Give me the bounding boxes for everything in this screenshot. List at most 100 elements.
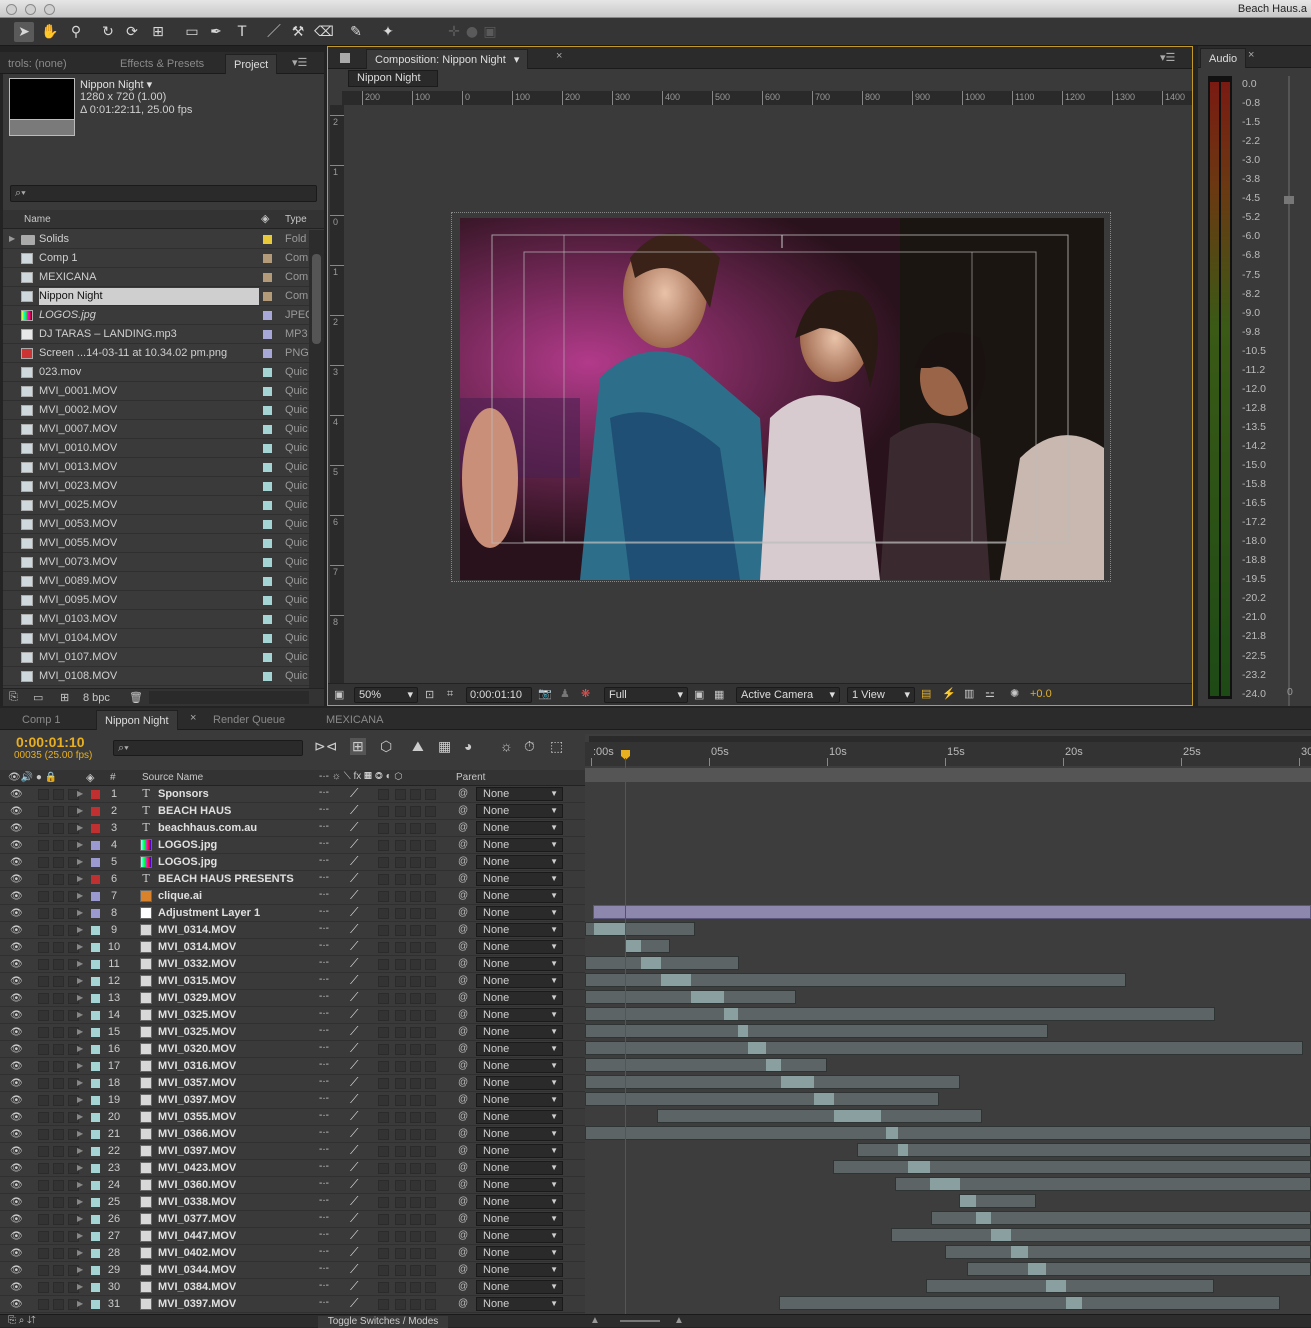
project-item[interactable]: MEXICANA Com	[3, 268, 309, 287]
eye-icon[interactable]: 👁	[10, 1265, 23, 1276]
parent-select[interactable]: None ▼	[476, 1161, 563, 1175]
label-color-swatch[interactable]	[91, 1283, 100, 1292]
layer-row[interactable]: 👁 ▶ 31 MVI_0397.MOV -·- ⟋ @ None ▼	[0, 1296, 590, 1313]
label-color-swatch[interactable]	[91, 960, 100, 969]
label-tag-icon[interactable]: ◈	[261, 212, 269, 225]
disclosure-triangle-icon[interactable]: ▶	[77, 993, 83, 1002]
quality-switch-icon[interactable]: ⟋	[350, 1007, 358, 1022]
pick-whip-icon[interactable]: @	[458, 1213, 468, 1224]
quality-switch-icon[interactable]: ⟋	[350, 1058, 358, 1073]
layer-switch[interactable]	[395, 1248, 406, 1259]
layer-switch[interactable]	[395, 993, 406, 1004]
eye-icon[interactable]: 👁	[10, 1248, 23, 1259]
layer-switch[interactable]	[425, 1282, 436, 1293]
close-window-button[interactable]	[6, 4, 17, 15]
layer-switch[interactable]	[395, 1027, 406, 1038]
eye-icon[interactable]: 👁	[10, 942, 23, 953]
quality-switch-icon[interactable]: ⟋	[350, 1109, 358, 1124]
shy-switch-icon[interactable]: -·-	[319, 1042, 329, 1053]
layer-name[interactable]: MVI_0316.MOV	[158, 1060, 236, 1072]
av-switch[interactable]	[38, 1129, 49, 1140]
layer-switch[interactable]	[425, 1197, 436, 1208]
eye-icon[interactable]: 👁	[10, 976, 23, 987]
shy-switch-icon[interactable]: -·-	[319, 1110, 329, 1121]
label-tag-icon[interactable]: ◈	[86, 771, 94, 784]
layer-duration-bar[interactable]	[625, 939, 670, 953]
av-switch[interactable]	[38, 1010, 49, 1021]
shy-switch-icon[interactable]: -·-	[319, 855, 329, 866]
layer-switch[interactable]	[395, 1214, 406, 1225]
layer-switch[interactable]	[378, 942, 389, 953]
layer-duration-bar[interactable]	[593, 905, 1311, 919]
parent-select[interactable]: None ▼	[476, 838, 563, 852]
disclosure-triangle-icon[interactable]: ▶	[77, 1163, 83, 1172]
eye-icon[interactable]: 👁	[10, 1078, 23, 1089]
parent-select[interactable]: None ▼	[476, 906, 563, 920]
quality-switch-icon[interactable]: ⟋	[350, 1228, 358, 1243]
disclosure-triangle-icon[interactable]: ▶	[77, 840, 83, 849]
layer-name[interactable]: MVI_0325.MOV	[158, 1009, 236, 1021]
layer-switch[interactable]	[425, 1146, 436, 1157]
shy-switch-icon[interactable]: -·-	[319, 1161, 329, 1172]
resolution-select[interactable]: Full ▾	[604, 687, 688, 703]
eye-icon[interactable]: 👁	[10, 857, 23, 868]
axis-view-icon[interactable]: ▣	[480, 22, 500, 42]
av-switch[interactable]	[38, 1197, 49, 1208]
av-switch[interactable]	[38, 1299, 49, 1310]
camera-orbit-icon[interactable]: ⟳	[122, 22, 142, 42]
composition-mini-flowchart-icon[interactable]: ⊳⊲	[314, 738, 337, 755]
quality-switch-icon[interactable]: ⟋	[350, 990, 358, 1005]
av-switch[interactable]	[38, 959, 49, 970]
layer-switch[interactable]	[378, 823, 389, 834]
layer-switch[interactable]	[410, 1265, 421, 1276]
layer-switch[interactable]	[410, 993, 421, 1004]
label-color-swatch[interactable]	[263, 273, 272, 282]
eye-icon[interactable]: 👁	[10, 1299, 23, 1310]
comp-flowchart-icon[interactable]: ⎘ ⌕ ⇵	[8, 1315, 35, 1326]
av-switch[interactable]	[38, 1146, 49, 1157]
disclosure-triangle-icon[interactable]: ▶	[77, 874, 83, 883]
layer-switch[interactable]	[378, 1061, 389, 1072]
av-switch[interactable]	[38, 840, 49, 851]
label-color-swatch[interactable]	[263, 653, 272, 662]
av-switch[interactable]	[38, 942, 49, 953]
quality-switch-icon[interactable]: ⟋	[350, 1160, 358, 1175]
layer-switch[interactable]	[410, 908, 421, 919]
layer-switch[interactable]	[410, 925, 421, 936]
shy-switch-icon[interactable]: -·-	[319, 974, 329, 985]
layer-switch[interactable]	[425, 1231, 436, 1242]
show-snapshot-icon[interactable]: ♟	[560, 687, 570, 700]
pick-whip-icon[interactable]: @	[458, 1196, 468, 1207]
layer-switch[interactable]	[410, 959, 421, 970]
current-time-display[interactable]: 0:00:01:10	[466, 687, 532, 703]
av-switch[interactable]	[53, 1112, 64, 1123]
layer-switch[interactable]	[410, 1231, 421, 1242]
project-item[interactable]: 023.mov Quic	[3, 363, 309, 382]
project-item[interactable]: MVI_0001.MOV Quic	[3, 382, 309, 401]
disclosure-triangle-icon[interactable]: ▶	[77, 1265, 83, 1274]
pick-whip-icon[interactable]: @	[458, 1298, 468, 1309]
channel-icon[interactable]: ❋	[581, 687, 590, 700]
project-item[interactable]: DJ TARAS – LANDING.mp3 MP3	[3, 325, 309, 344]
shy-switch-icon[interactable]: -·-	[319, 991, 329, 1002]
layer-switch[interactable]	[410, 1282, 421, 1293]
layer-switch[interactable]	[378, 1214, 389, 1225]
layer-switch[interactable]	[378, 1163, 389, 1174]
quality-switch-icon[interactable]: ⟋	[350, 1041, 358, 1056]
project-item[interactable]: Comp 1 Com	[3, 249, 309, 268]
av-switch[interactable]	[53, 789, 64, 800]
eye-icon[interactable]: 👁	[10, 1112, 23, 1123]
quality-switch-icon[interactable]: ⟋	[350, 803, 358, 818]
project-item[interactable]: MVI_0013.MOV Quic	[3, 458, 309, 477]
eraser-icon[interactable]: ⌫	[314, 22, 334, 42]
eye-icon[interactable]: 👁	[10, 959, 23, 970]
layer-switch[interactable]	[378, 1299, 389, 1310]
label-color-swatch[interactable]	[263, 349, 272, 358]
label-color-swatch[interactable]	[91, 807, 100, 816]
layer-row[interactable]: 👁 ▶ 8 Adjustment Layer 1 -·- ⟋ @ None ▼	[0, 905, 590, 922]
eye-icon[interactable]: 👁	[10, 925, 23, 936]
brainstorm-icon[interactable]: ☼	[500, 738, 513, 754]
disclosure-triangle-icon[interactable]: ▶	[9, 234, 15, 243]
layer-switch[interactable]	[410, 823, 421, 834]
minimize-window-button[interactable]	[25, 4, 36, 15]
